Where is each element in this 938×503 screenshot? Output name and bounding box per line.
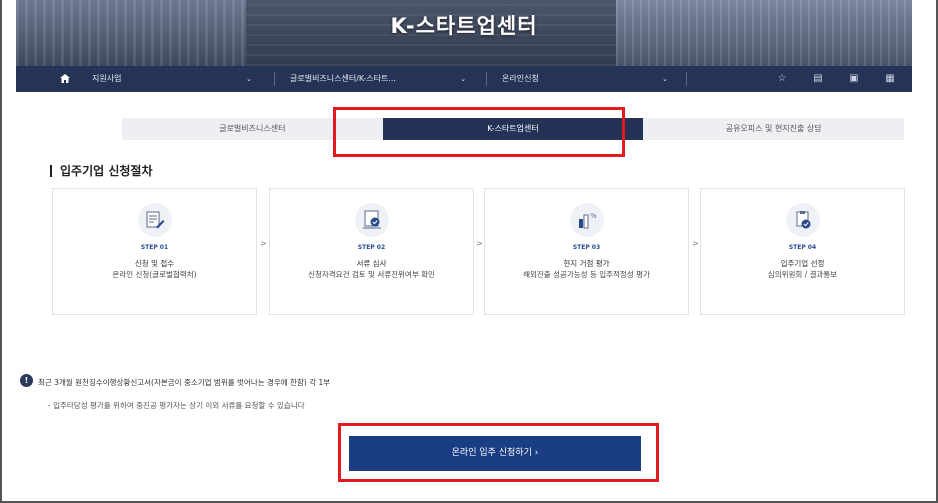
svg-text:%: %: [590, 212, 597, 220]
step-arrow-icon: >: [692, 239, 699, 248]
document-check-icon: [362, 210, 381, 229]
print-icon[interactable]: ▤: [812, 73, 824, 85]
process-steps: STEP 01 신청 및 접수 온라인 신청(글로벌협력처) > STEP 02…: [52, 188, 905, 315]
step-arrow-icon: >: [260, 239, 267, 248]
step-number: STEP 03: [572, 244, 601, 251]
step-card: STEP 02 서류 심사 신청자격요건 검토 및 서류진위여부 확인: [269, 188, 474, 315]
step-number: STEP 01: [140, 244, 169, 251]
tab-shared-office-consult[interactable]: 공유오피스 및 현지진출 상담: [643, 118, 904, 140]
section-title: 입주기업 신청절차: [50, 165, 153, 177]
step-name: 현지 거점 평가: [563, 259, 610, 268]
share-icon[interactable]: ▣: [848, 73, 860, 85]
breadcrumb-nav: 지원사업 ⌄ 글로벌비즈니스센터/K-스타트... ⌄ 온라인신청 ⌄ ☆ ▤ …: [16, 66, 912, 92]
nav-divider: [486, 72, 487, 86]
chart-percent-icon: %: [578, 212, 597, 229]
step-description: 온라인 신청(글로벌협력처): [112, 270, 197, 279]
notice-subtext: - 입주타당성 평가를 위하여 중진공 평가자는 상기 이외 서류를 요청할 수…: [48, 401, 305, 410]
step-number: STEP 04: [788, 244, 817, 251]
nav-dropdown-page[interactable]: 온라인신청 ⌄: [502, 66, 668, 92]
highlight-box-cta: [338, 423, 659, 482]
step-card: % STEP 03 현지 거점 평가 해외진출 성공가능성 등 입주적정성 평가: [484, 188, 689, 315]
clipboard-check-icon: [796, 211, 810, 229]
chevron-down-icon: ⌄: [460, 75, 466, 83]
step-description: 심의위원회 / 결과통보: [767, 270, 838, 279]
step-name: 입주기업 선정: [780, 259, 825, 268]
document-pen-icon: [146, 211, 164, 229]
nav-dropdown-center[interactable]: 글로벌비즈니스센터/K-스타트... ⌄: [290, 66, 466, 92]
nav-dropdown-category[interactable]: 지원사업 ⌄: [92, 66, 252, 92]
chevron-down-icon: ⌄: [662, 75, 668, 83]
home-icon[interactable]: [60, 74, 70, 83]
page-frame: K-스타트업센터 지원사업 ⌄ 글로벌비즈니스센터/K-스타트... ⌄ 온라인…: [0, 0, 938, 503]
step-description: 신청자격요건 검토 및 서류진위여부 확인: [308, 270, 435, 279]
star-icon[interactable]: ☆: [776, 73, 788, 85]
chevron-down-icon: ⌄: [246, 75, 252, 83]
nav-dropdown-label: 지원사업: [92, 74, 122, 83]
bookmark-icon[interactable]: ▦: [884, 73, 896, 85]
notice-text: 최근 3개월 원천징수이행상황신고서(자본금이 중소기업 범위를 벗어나는 경우…: [38, 378, 331, 387]
step-number: STEP 02: [357, 244, 386, 251]
page-title: K-스타트업센터: [390, 14, 538, 38]
step-name: 신청 및 접수: [134, 259, 175, 268]
step-card: STEP 01 신청 및 접수 온라인 신청(글로벌협력처): [52, 188, 257, 315]
notice-icon: !: [20, 374, 33, 387]
step-description: 해외진출 성공가능성 등 입주적정성 평가: [523, 270, 650, 279]
step-name: 서류 심사: [356, 259, 387, 268]
nav-divider: [686, 72, 687, 86]
highlight-box-tab: [333, 107, 625, 157]
nav-dropdown-label: 온라인신청: [502, 74, 539, 83]
nav-dropdown-label: 글로벌비즈니스센터/K-스타트...: [290, 74, 396, 83]
step-card: STEP 04 입주기업 선정 심의위원회 / 결과통보: [700, 188, 905, 315]
hero-banner: K-스타트업센터: [16, 0, 912, 66]
step-arrow-icon: >: [476, 239, 483, 248]
nav-divider: [274, 72, 275, 86]
